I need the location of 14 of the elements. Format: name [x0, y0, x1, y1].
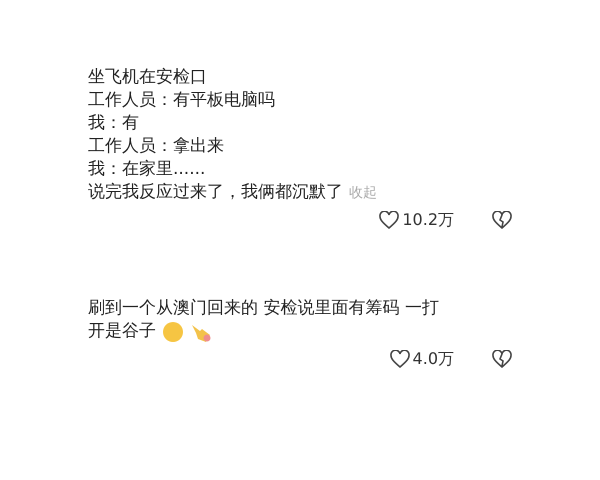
comment-text: 工作人员：有平板电脑吗 — [88, 89, 275, 112]
heart-icon — [379, 211, 400, 230]
comment-text: 我：在家里...... — [88, 158, 206, 181]
like-button[interactable]: 10.2万 — [379, 210, 454, 231]
comment-text: 刷到一个从澳门回来的 安检说里面有筹码 一打 — [88, 297, 439, 320]
comment-text: 工作人员：拿出来 — [88, 135, 224, 158]
heart-icon — [390, 350, 410, 369]
like-button[interactable]: 4.0万 — [390, 349, 454, 370]
dislike-button[interactable] — [492, 350, 512, 369]
comment-text: 我：有 — [88, 112, 139, 135]
dislike-button[interactable] — [492, 211, 512, 230]
comment-text: 说完我反应过来了，我俩都沉默了 — [88, 181, 343, 204]
comment-text: 坐飞机在安检口 — [88, 66, 207, 89]
comment-text: 开是谷子 — [88, 320, 156, 343]
